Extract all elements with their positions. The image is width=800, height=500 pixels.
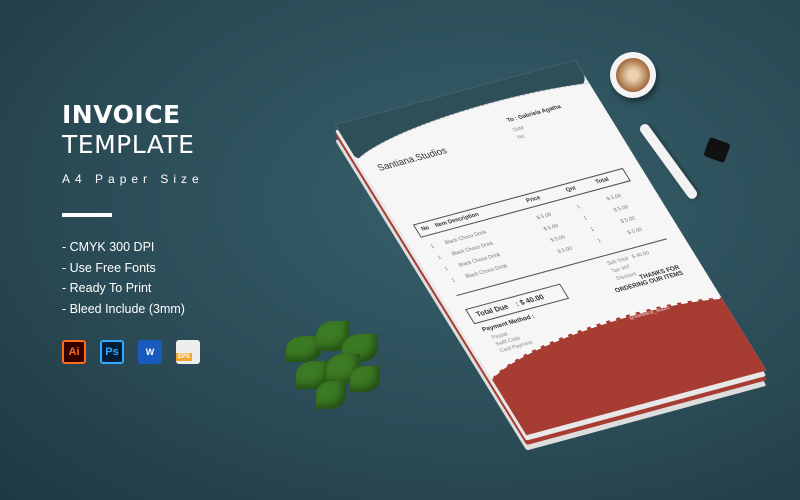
- feature-item: - Bleed Include (3mm): [62, 301, 185, 316]
- feature-list: - CMYK 300 DPI - Use Free Fonts - Ready …: [62, 237, 204, 319]
- subtitle: A4 Paper Size: [62, 172, 204, 186]
- coffee-cup: [610, 52, 656, 98]
- divider: [62, 213, 112, 217]
- payment-methods: Paypal Swift Code Card Payment: [490, 327, 534, 355]
- feature-item: - Ready To Print: [62, 281, 152, 295]
- eps-icon: EPS: [176, 340, 200, 364]
- feature-item: - CMYK 300 DPI: [62, 240, 155, 254]
- photoshop-icon: Ps: [100, 340, 124, 364]
- promo-text: INVOICE TEMPLATE A4 Paper Size - CMYK 30…: [62, 100, 204, 364]
- title-line1: INVOICE: [62, 100, 181, 129]
- word-icon: W: [138, 340, 162, 364]
- illustrator-icon: Ai: [62, 340, 86, 364]
- feature-item: - Use Free Fonts: [62, 260, 156, 275]
- invoice-paper: Santiana.Studios To : Gabriela Agatha Da…: [335, 60, 767, 436]
- invoice-mockup: Santiana.Studios To : Gabriela Agatha Da…: [334, 60, 767, 451]
- title-line2: TEMPLATE: [62, 130, 195, 159]
- binder-clip: [703, 136, 731, 164]
- basil-plant: [276, 316, 391, 416]
